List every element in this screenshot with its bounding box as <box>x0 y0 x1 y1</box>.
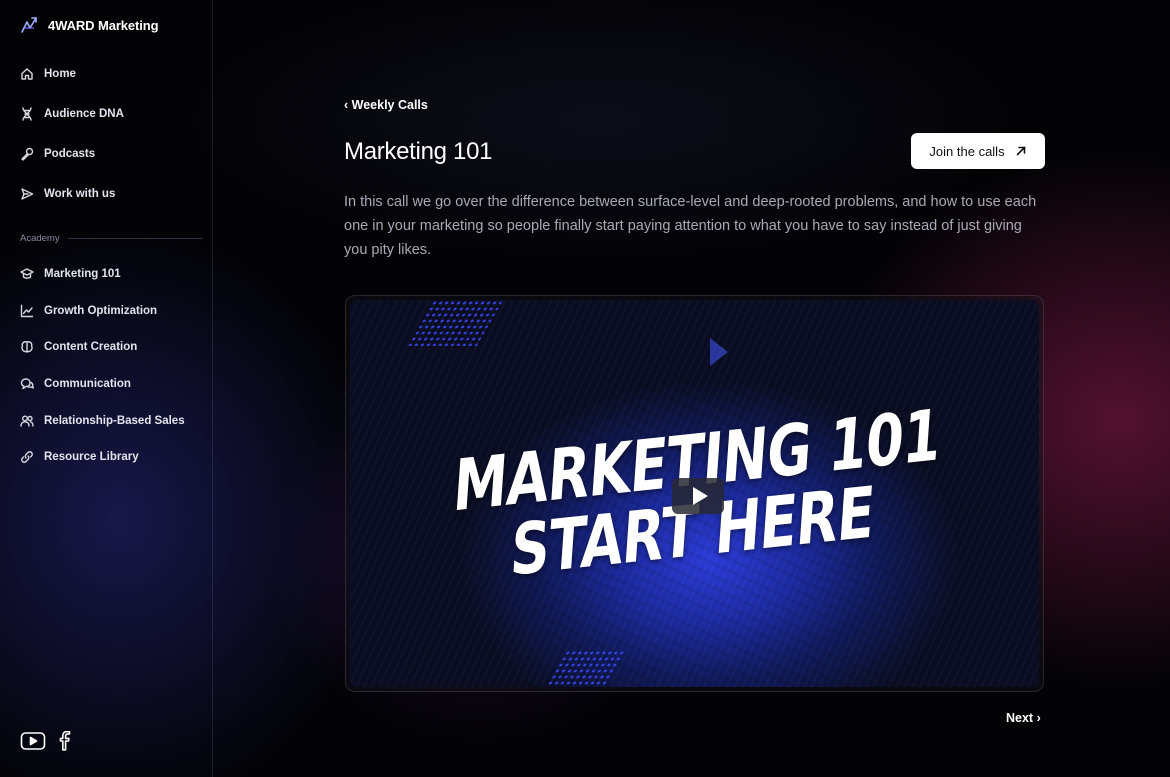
sidebar-item-label: Relationship-Based Sales <box>44 415 185 427</box>
sidebar: 4WARD Marketing Home Audience DNA Podcas… <box>0 0 213 777</box>
breadcrumb-weekly-calls[interactable]: ‹ Weekly Calls <box>344 98 428 112</box>
sidebar-item-home[interactable]: Home <box>20 64 76 84</box>
facebook-icon[interactable] <box>58 731 72 751</box>
play-button[interactable] <box>672 478 724 514</box>
sidebar-item-growth-optimization[interactable]: Growth Optimization <box>20 301 157 321</box>
app-root: 4WARD Marketing Home Audience DNA Podcas… <box>0 0 1170 777</box>
main-content: ‹ Weekly Calls Marketing 101 Join the ca… <box>214 0 1170 777</box>
sidebar-item-work-with-us[interactable]: Work with us <box>20 184 115 204</box>
sidebar-item-label: Content Creation <box>44 341 138 353</box>
social-links <box>20 731 72 751</box>
sidebar-item-audience-dna[interactable]: Audience DNA <box>20 104 124 124</box>
sidebar-item-label: Work with us <box>44 188 116 200</box>
brand-logo-icon <box>20 16 38 34</box>
play-icon <box>692 487 708 505</box>
sidebar-item-label: Marketing 101 <box>44 268 121 280</box>
sidebar-item-content-creation[interactable]: Content Creation <box>20 337 137 357</box>
chat-bubbles-icon <box>20 377 34 391</box>
academy-section-label: Academy <box>20 233 202 244</box>
sidebar-item-communication[interactable]: Communication <box>20 374 131 394</box>
sidebar-item-label: Growth Optimization <box>44 305 158 317</box>
home-icon <box>20 67 34 81</box>
link-icon <box>20 450 34 464</box>
sidebar-item-relationship-based-sales[interactable]: Relationship-Based Sales <box>20 411 185 431</box>
sidebar-item-label: Podcasts <box>44 148 96 160</box>
sidebar-item-label: Communication <box>44 378 131 390</box>
video-thumbnail: MARKETING 101 START HERE <box>350 300 1039 687</box>
next-link[interactable]: Next › <box>1006 711 1041 725</box>
brand-name: 4WARD Marketing <box>48 17 159 33</box>
sidebar-item-marketing-101[interactable]: Marketing 101 <box>20 264 121 284</box>
dna-icon <box>20 107 34 121</box>
join-calls-button[interactable]: Join the calls <box>911 133 1045 169</box>
trend-chart-icon <box>20 304 34 318</box>
microphone-icon <box>20 147 34 161</box>
section-label-text: Academy <box>20 233 60 244</box>
sidebar-item-label: Resource Library <box>44 451 139 463</box>
page-title: Marketing 101 <box>344 138 493 165</box>
join-calls-label: Join the calls <box>929 143 1005 159</box>
brain-icon <box>20 340 34 354</box>
graduation-cap-icon <box>20 267 34 281</box>
users-icon <box>20 414 34 428</box>
sidebar-item-label: Audience DNA <box>44 108 124 120</box>
sidebar-item-label: Home <box>44 68 76 80</box>
section-divider <box>67 238 202 239</box>
arrow-up-right-icon <box>1016 146 1025 156</box>
call-description: In this call we go over the difference b… <box>344 194 1037 258</box>
brand[interactable]: 4WARD Marketing <box>20 16 159 34</box>
video-player[interactable]: MARKETING 101 START HERE <box>345 295 1044 692</box>
youtube-icon[interactable] <box>20 731 46 751</box>
sidebar-item-resource-library[interactable]: Resource Library <box>20 447 139 467</box>
sidebar-item-podcasts[interactable]: Podcasts <box>20 144 95 164</box>
send-icon <box>20 187 34 201</box>
